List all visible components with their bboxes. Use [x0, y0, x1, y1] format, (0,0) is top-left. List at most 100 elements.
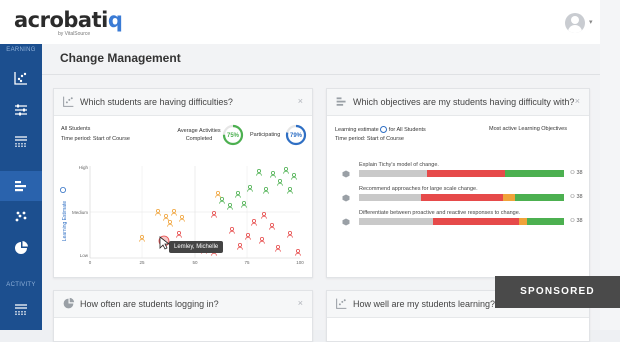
student-point[interactable]	[295, 249, 301, 256]
scatter-chart-icon	[62, 95, 75, 108]
card-title: How often are students logging in?	[80, 299, 219, 309]
avatar[interactable]	[565, 13, 585, 33]
page-title: Change Management	[60, 51, 181, 65]
student-point[interactable]	[261, 212, 267, 219]
most-active-objectives-label[interactable]: Most active Learning Objectives	[489, 126, 567, 132]
objective-estimate-bar	[359, 194, 564, 201]
student-point[interactable]	[237, 243, 243, 250]
brand-logo[interactable]: acrobatiq	[14, 8, 123, 32]
student-point[interactable]	[263, 186, 269, 194]
brand-subtitle: by VitalSource	[58, 31, 91, 37]
sidebar-section-learning: EARNING	[6, 47, 36, 53]
pie-chart-icon[interactable]	[13, 240, 29, 256]
close-icon[interactable]: ×	[298, 298, 303, 308]
avg-activities-ring: 75%	[222, 124, 244, 146]
student-point[interactable]	[229, 227, 235, 234]
person-icon: ⚇	[570, 170, 575, 176]
student-point[interactable]	[171, 209, 177, 216]
cube-icon	[342, 189, 350, 202]
sidebar: EARNING ACTIVITY	[0, 44, 42, 330]
person-icon: ⚇	[570, 218, 575, 224]
grid-chart-icon[interactable]	[13, 134, 29, 150]
student-point[interactable]	[227, 203, 233, 210]
student-point[interactable]	[167, 220, 173, 227]
x-tick-0: 0	[89, 260, 92, 265]
student-point[interactable]	[275, 245, 281, 252]
bar-segment	[359, 170, 427, 177]
count-value: 38	[576, 170, 583, 176]
brand-name-accent: q	[107, 8, 123, 32]
student-point[interactable]	[256, 168, 262, 176]
scatter-chart-icon[interactable]	[13, 70, 29, 86]
student-point[interactable]	[163, 214, 169, 221]
objective-student-count: ⚇ 38	[570, 170, 583, 176]
student-point[interactable]	[269, 223, 275, 230]
bar-segment	[426, 170, 505, 177]
student-point[interactable]	[251, 219, 257, 226]
card-objective-difficulties: Which objectives are my students having …	[326, 88, 590, 278]
student-point[interactable]	[245, 233, 251, 240]
student-point[interactable]	[287, 231, 293, 238]
info-icon[interactable]	[380, 126, 388, 133]
student-point[interactable]	[291, 172, 297, 180]
student-point[interactable]	[241, 201, 247, 208]
bar-segment	[514, 194, 564, 201]
card-header: Which students are having difficulties? …	[54, 89, 312, 116]
time-period-label: Time period: Start of Course	[61, 136, 130, 142]
card-header: How often are students logging in? ×	[54, 291, 312, 318]
avg-activities-value: 75%	[227, 133, 240, 139]
student-point[interactable]	[235, 190, 241, 198]
student-point[interactable]	[215, 190, 221, 198]
student-point[interactable]	[219, 197, 225, 204]
bar-chart-icon[interactable]	[13, 178, 29, 194]
student-point[interactable]	[270, 170, 276, 178]
objective-text: Recommend approaches for large scale cha…	[359, 186, 478, 192]
objective-estimate-bar	[359, 218, 564, 225]
student-point[interactable]	[155, 209, 161, 216]
student-tooltip: Lemley, Michelle	[169, 241, 224, 253]
cube-icon	[342, 213, 350, 226]
card-header: Which objectives are my students having …	[327, 89, 589, 116]
info-icon[interactable]	[60, 186, 66, 193]
student-point[interactable]	[259, 237, 265, 244]
time-period-label: Time period: Start of Course	[335, 136, 404, 142]
students-filter-label[interactable]: All Students	[61, 126, 90, 132]
learning-estimate-prefix: Learning estimate	[335, 126, 379, 133]
bar-segment	[502, 194, 515, 201]
student-point[interactable]	[179, 215, 185, 222]
brand-name: acrobati	[14, 8, 108, 32]
chevron-down-icon[interactable]: ▾	[589, 18, 593, 26]
activity-chart-icon[interactable]	[13, 302, 29, 318]
close-icon[interactable]: ×	[575, 96, 580, 106]
objective-student-count: ⚇ 38	[570, 218, 583, 224]
x-tick-100: 100	[296, 260, 304, 265]
student-point[interactable]	[277, 178, 283, 186]
card-title: Which students are having difficulties?	[80, 97, 233, 107]
sponsored-badge: SPONSORED	[495, 276, 620, 308]
objective-text: Explain Tichy's model of change.	[359, 162, 439, 168]
student-point[interactable]	[287, 186, 293, 194]
card-title: How well are my students learning?	[353, 299, 496, 309]
y-tick-high: High	[79, 165, 89, 170]
scatter-points-icon[interactable]	[13, 208, 29, 224]
student-point[interactable]	[247, 184, 253, 192]
objective-text: Differentiate between proactive and reac…	[359, 210, 521, 216]
y-tick-medium: Medium	[72, 210, 88, 215]
card-login-frequency: How often are students logging in? ×	[53, 290, 313, 342]
close-icon[interactable]: ×	[298, 96, 303, 106]
y-tick-low: Low	[80, 253, 89, 258]
student-point[interactable]	[176, 231, 182, 238]
bar-chart-icon	[335, 95, 348, 108]
sliders-icon[interactable]	[13, 102, 29, 118]
bar-segment	[432, 218, 519, 225]
objective-student-count: ⚇ 38	[570, 194, 583, 200]
bar-segment	[420, 194, 503, 201]
cube-icon	[342, 165, 350, 178]
learning-estimate-students[interactable]: for All Students	[389, 127, 426, 133]
x-tick-25: 25	[139, 260, 145, 265]
student-point[interactable]	[283, 167, 289, 174]
count-value: 38	[576, 194, 583, 200]
student-point[interactable]	[211, 211, 217, 218]
top-bar: acrobatiq by VitalSource ▾	[0, 0, 600, 45]
person-icon: ⚇	[570, 194, 575, 200]
